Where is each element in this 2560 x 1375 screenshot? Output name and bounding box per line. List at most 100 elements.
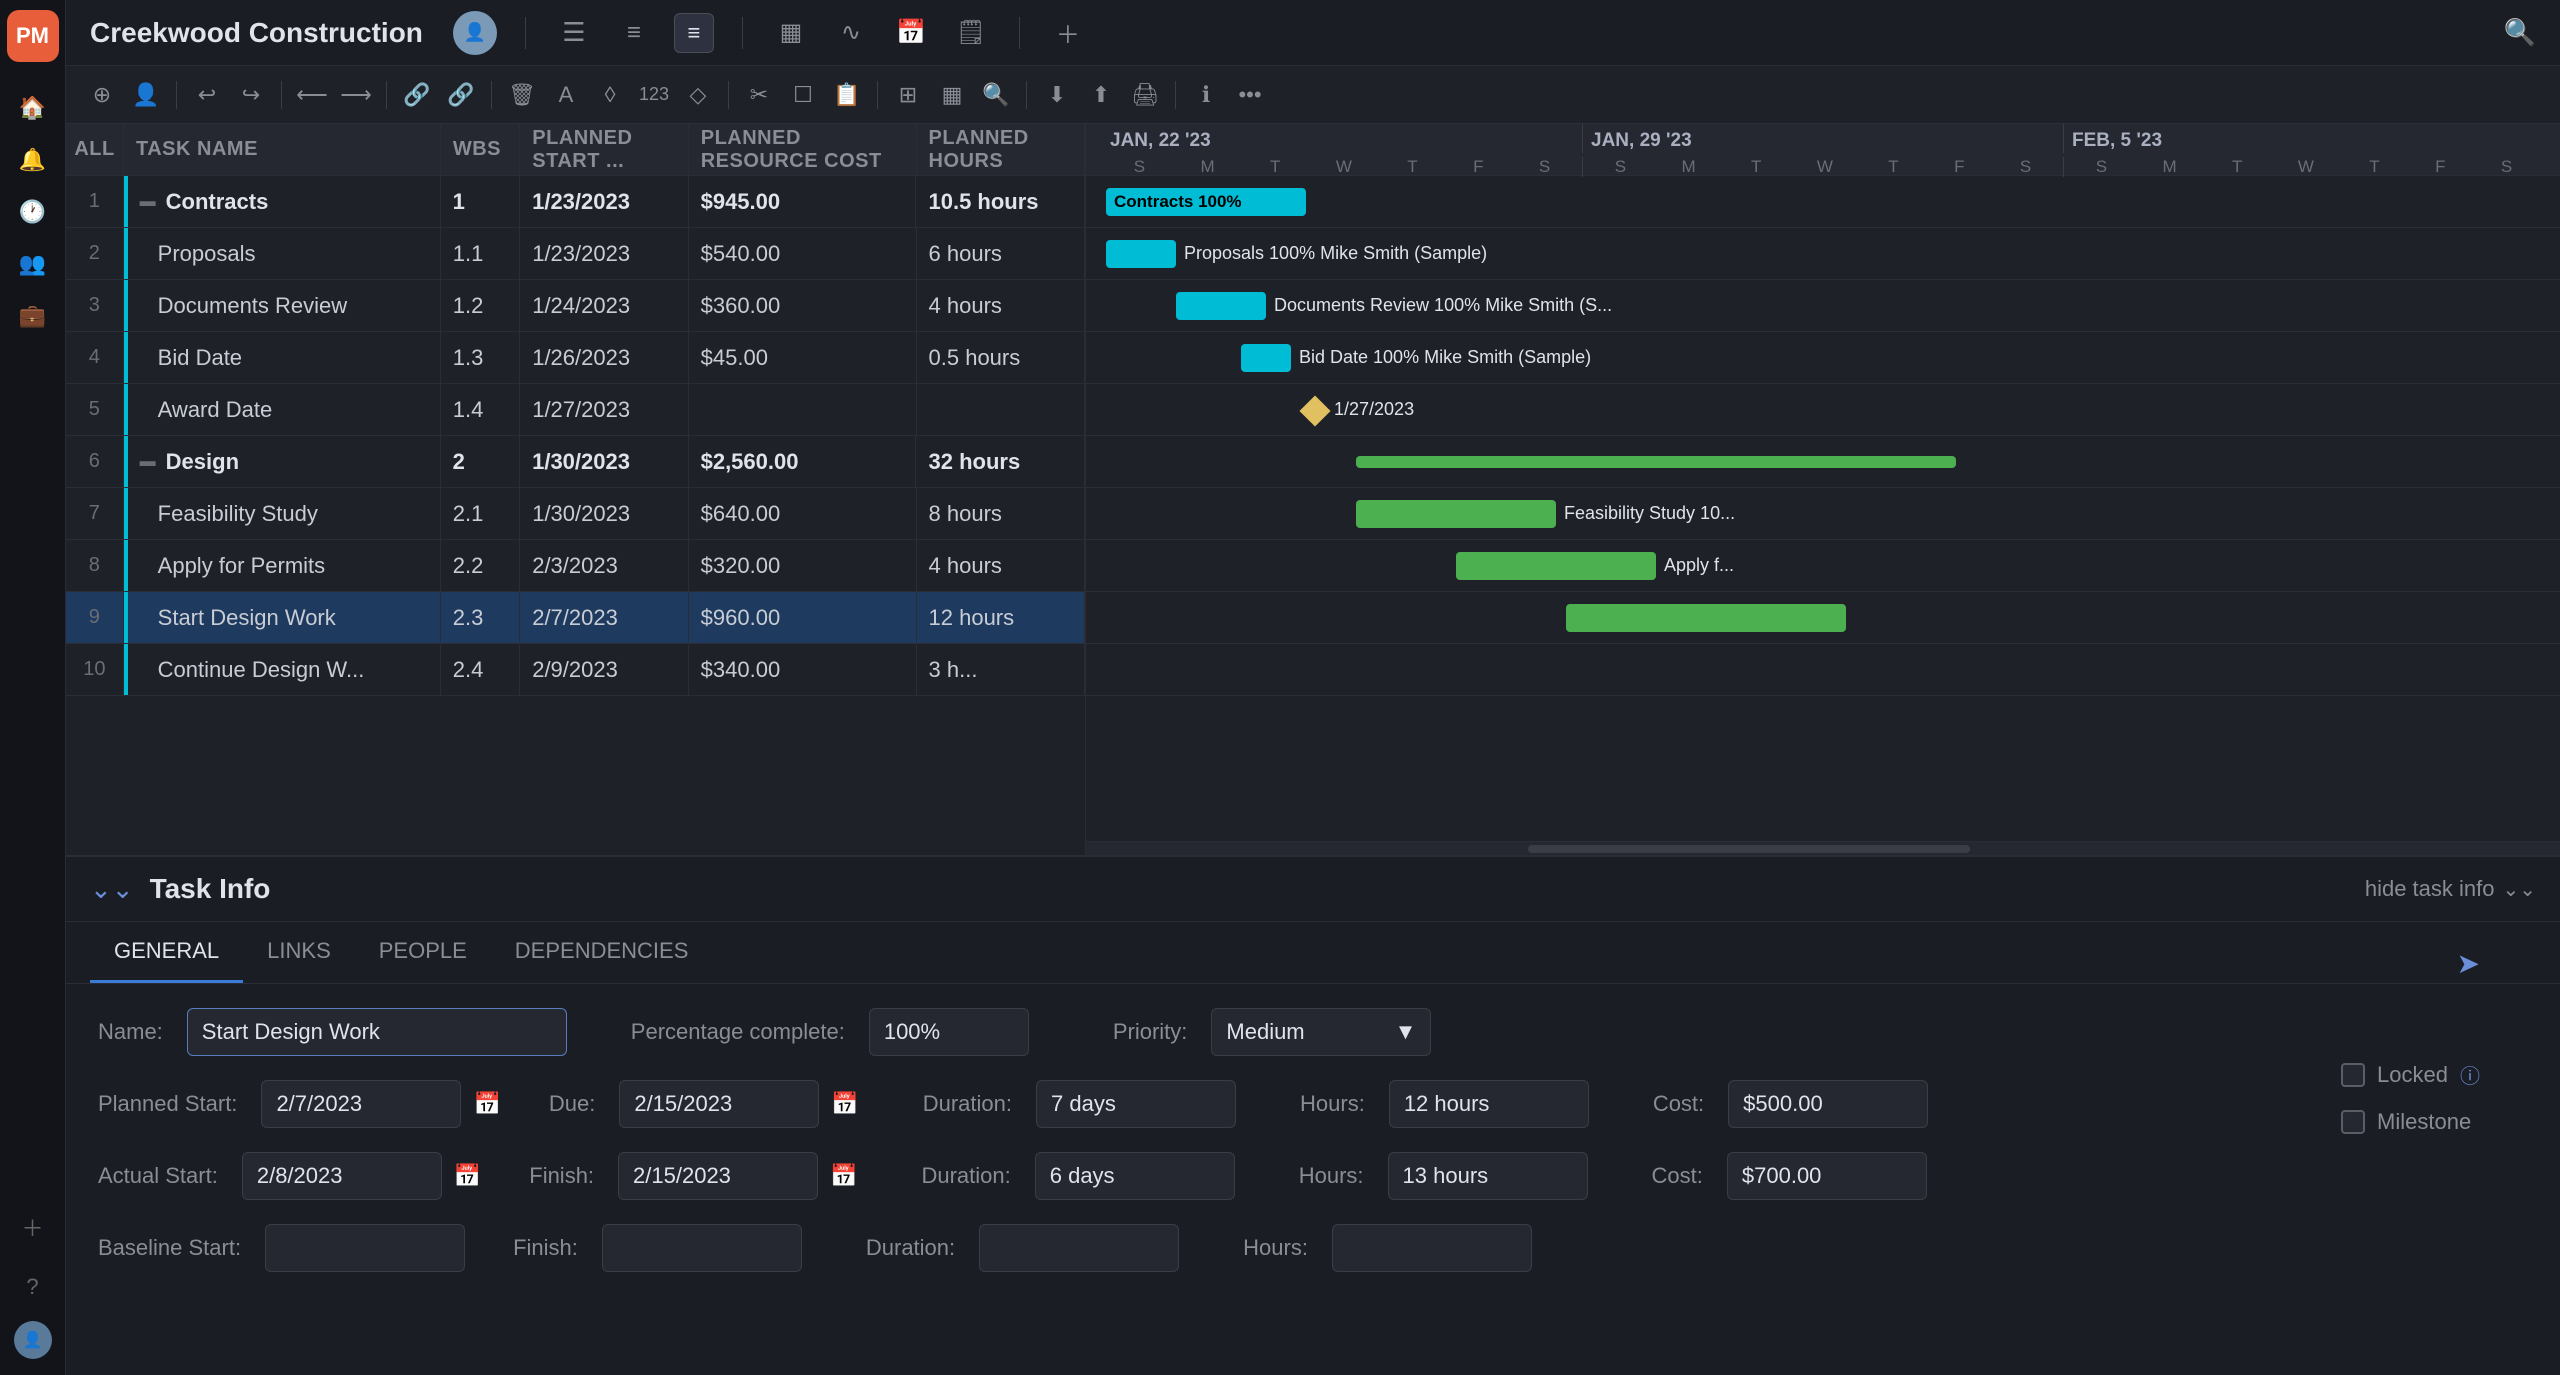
view-wave-icon[interactable]: ∿ <box>831 13 871 53</box>
tab-general[interactable]: GENERAL <box>90 922 243 983</box>
link-button[interactable]: 🔗 <box>397 75 437 115</box>
view-calendar-icon[interactable]: 📅 <box>891 13 931 53</box>
view-gantt-icon[interactable]: ≡ <box>674 13 714 53</box>
milestone-label: Milestone <box>2377 1109 2471 1135</box>
actual-start-input[interactable] <box>242 1152 442 1200</box>
view-list-icon[interactable]: ☰ <box>554 13 594 53</box>
split-view-button[interactable]: ⊞ <box>888 75 928 115</box>
add-task-button[interactable]: ⊕ <box>82 75 122 115</box>
tab-links[interactable]: LINKS <box>243 922 355 983</box>
user-avatar[interactable]: 👤 <box>14 1321 52 1359</box>
baseline-hours-label: Hours: <box>1243 1235 1308 1261</box>
sidebar-item-recent[interactable]: 🕐 <box>11 190 55 234</box>
view-chart-icon[interactable]: ≡ <box>614 13 654 53</box>
table-body: 1 ▬ Contracts 1 1/23/2023 $945.00 10.5 h… <box>66 176 1085 855</box>
project-avatar[interactable]: 👤 <box>453 11 497 55</box>
unlink-button[interactable]: 🔗 <box>441 75 481 115</box>
planned-hours-input[interactable] <box>1389 1080 1589 1128</box>
gantt-row: Proposals 100% Mike Smith (Sample) <box>1086 228 2560 280</box>
table-row[interactable]: 4 Bid Date 1.3 1/26/2023 $45.00 0.5 hour… <box>66 332 1085 384</box>
add-resource-button[interactable]: 👤 <box>126 75 166 115</box>
table-row[interactable]: 8 Apply for Permits 2.2 2/3/2023 $320.00… <box>66 540 1085 592</box>
table-row[interactable]: 1 ▬ Contracts 1 1/23/2023 $945.00 10.5 h… <box>66 176 1085 228</box>
due-cal-icon[interactable]: 📅 <box>831 1091 858 1117</box>
table-row[interactable]: 3 Documents Review 1.2 1/24/2023 $360.00… <box>66 280 1085 332</box>
locked-checkbox[interactable] <box>2341 1063 2365 1087</box>
diamond-button[interactable]: ◇ <box>678 75 718 115</box>
planned-duration-input[interactable] <box>1036 1080 1236 1128</box>
baseline-finish-input[interactable] <box>602 1224 802 1272</box>
priority-select[interactable]: Medium ▼ <box>1211 1008 1431 1056</box>
finish-input[interactable] <box>618 1152 818 1200</box>
info-button[interactable]: ℹ <box>1186 75 1226 115</box>
table-row[interactable]: 7 Feasibility Study 2.1 1/30/2023 $640.0… <box>66 488 1085 540</box>
table-row[interactable]: 2 Proposals 1.1 1/23/2023 $540.00 6 hour… <box>66 228 1085 280</box>
collapse-icon[interactable]: ▬ <box>140 453 156 471</box>
collapse-icon[interactable]: ▬ <box>140 193 156 211</box>
name-input[interactable] <box>187 1008 567 1056</box>
number-button[interactable]: 123 <box>634 75 674 115</box>
actual-hours-input[interactable] <box>1388 1152 1588 1200</box>
text-format-button[interactable]: A <box>546 75 586 115</box>
due-input[interactable] <box>619 1080 819 1128</box>
actual-cost-input[interactable] <box>1727 1152 1927 1200</box>
sidebar-add-button[interactable]: ＋ <box>11 1205 55 1249</box>
actual-duration-input[interactable] <box>1035 1152 1235 1200</box>
sidebar-item-home[interactable]: 🏠 <box>11 86 55 130</box>
baseline-start-input[interactable] <box>265 1224 465 1272</box>
cut-button[interactable]: ✂ <box>739 75 779 115</box>
indent-button[interactable]: ⟶ <box>336 75 376 115</box>
row-name: Continue Design W... <box>124 644 441 695</box>
zoom-button[interactable]: 🔍 <box>976 75 1016 115</box>
gantt-scrollbar[interactable] <box>1086 841 2560 855</box>
view-doc-icon[interactable]: 🗒 <box>951 13 991 53</box>
hide-task-info-button[interactable]: hide task info ⌄⌄ <box>2365 876 2536 902</box>
planned-cost-input[interactable] <box>1728 1080 1928 1128</box>
sidebar-item-people[interactable]: 👥 <box>11 242 55 286</box>
milestone-checkbox[interactable] <box>2341 1110 2365 1134</box>
tab-people[interactable]: PEOPLE <box>355 922 491 983</box>
pct-input[interactable] <box>869 1008 1029 1056</box>
redo-button[interactable]: ↪ <box>231 75 271 115</box>
gantt-bar-docs <box>1176 292 1266 320</box>
table-row[interactable]: 10 Continue Design W... 2.4 2/9/2023 $34… <box>66 644 1085 696</box>
baseline-hours-input[interactable] <box>1332 1224 1532 1272</box>
sidebar-item-notifications[interactable]: 🔔 <box>11 138 55 182</box>
tab-dependencies[interactable]: DEPENDENCIES <box>491 922 713 983</box>
search-icon[interactable]: 🔍 <box>2504 17 2536 48</box>
print-button[interactable]: 🖨 <box>1125 75 1165 115</box>
th-all[interactable]: ALL <box>66 124 124 175</box>
highlight-button[interactable]: ◊ <box>590 75 630 115</box>
grid-view-button[interactable]: ▦ <box>932 75 972 115</box>
baseline-duration-input[interactable] <box>979 1224 1179 1272</box>
finish-cal-icon[interactable]: 📅 <box>830 1163 857 1189</box>
gantt-scrollbar-thumb[interactable] <box>1528 845 1970 853</box>
th-wbs[interactable]: WBS <box>441 124 520 175</box>
export-button[interactable]: ⬇ <box>1037 75 1077 115</box>
sidebar-item-projects[interactable]: 💼 <box>11 294 55 338</box>
sidebar-help-button[interactable]: ? <box>11 1265 55 1309</box>
outdent-button[interactable]: ⟵ <box>292 75 332 115</box>
table-row[interactable]: 9 Start Design Work 2.3 2/7/2023 $960.00… <box>66 592 1085 644</box>
paste-button[interactable]: 📋 <box>827 75 867 115</box>
view-table-icon[interactable]: ▦ <box>771 13 811 53</box>
th-name[interactable]: TASK NAME <box>124 124 441 175</box>
undo-button[interactable]: ↩ <box>187 75 227 115</box>
th-cost[interactable]: PLANNED RESOURCE COST <box>689 124 917 175</box>
planned-start-input[interactable] <box>261 1080 461 1128</box>
copy-button[interactable]: ☐ <box>783 75 823 115</box>
top-bar: Creekwood Construction 👤 ☰ ≡ ≡ ▦ ∿ 📅 🗒 ＋… <box>66 0 2560 66</box>
more-button[interactable]: ••• <box>1230 75 1270 115</box>
planned-start-cal-icon[interactable]: 📅 <box>473 1091 500 1117</box>
th-hours[interactable]: PLANNED HOURS <box>917 124 1085 175</box>
table-row[interactable]: 5 Award Date 1.4 1/27/2023 <box>66 384 1085 436</box>
th-start[interactable]: PLANNED START ... <box>520 124 688 175</box>
tb-sep-7 <box>1026 81 1027 109</box>
import-button[interactable]: ⬆ <box>1081 75 1121 115</box>
add-view-icon[interactable]: ＋ <box>1048 13 1088 53</box>
actual-start-cal-icon[interactable]: 📅 <box>454 1163 481 1189</box>
gantt-row: Feasibility Study 10... <box>1086 488 2560 540</box>
send-icon[interactable]: ➤ <box>2457 947 2480 980</box>
delete-button[interactable]: 🗑 <box>502 75 542 115</box>
table-row[interactable]: 6 ▬ Design 2 1/30/2023 $2,560.00 32 hour… <box>66 436 1085 488</box>
